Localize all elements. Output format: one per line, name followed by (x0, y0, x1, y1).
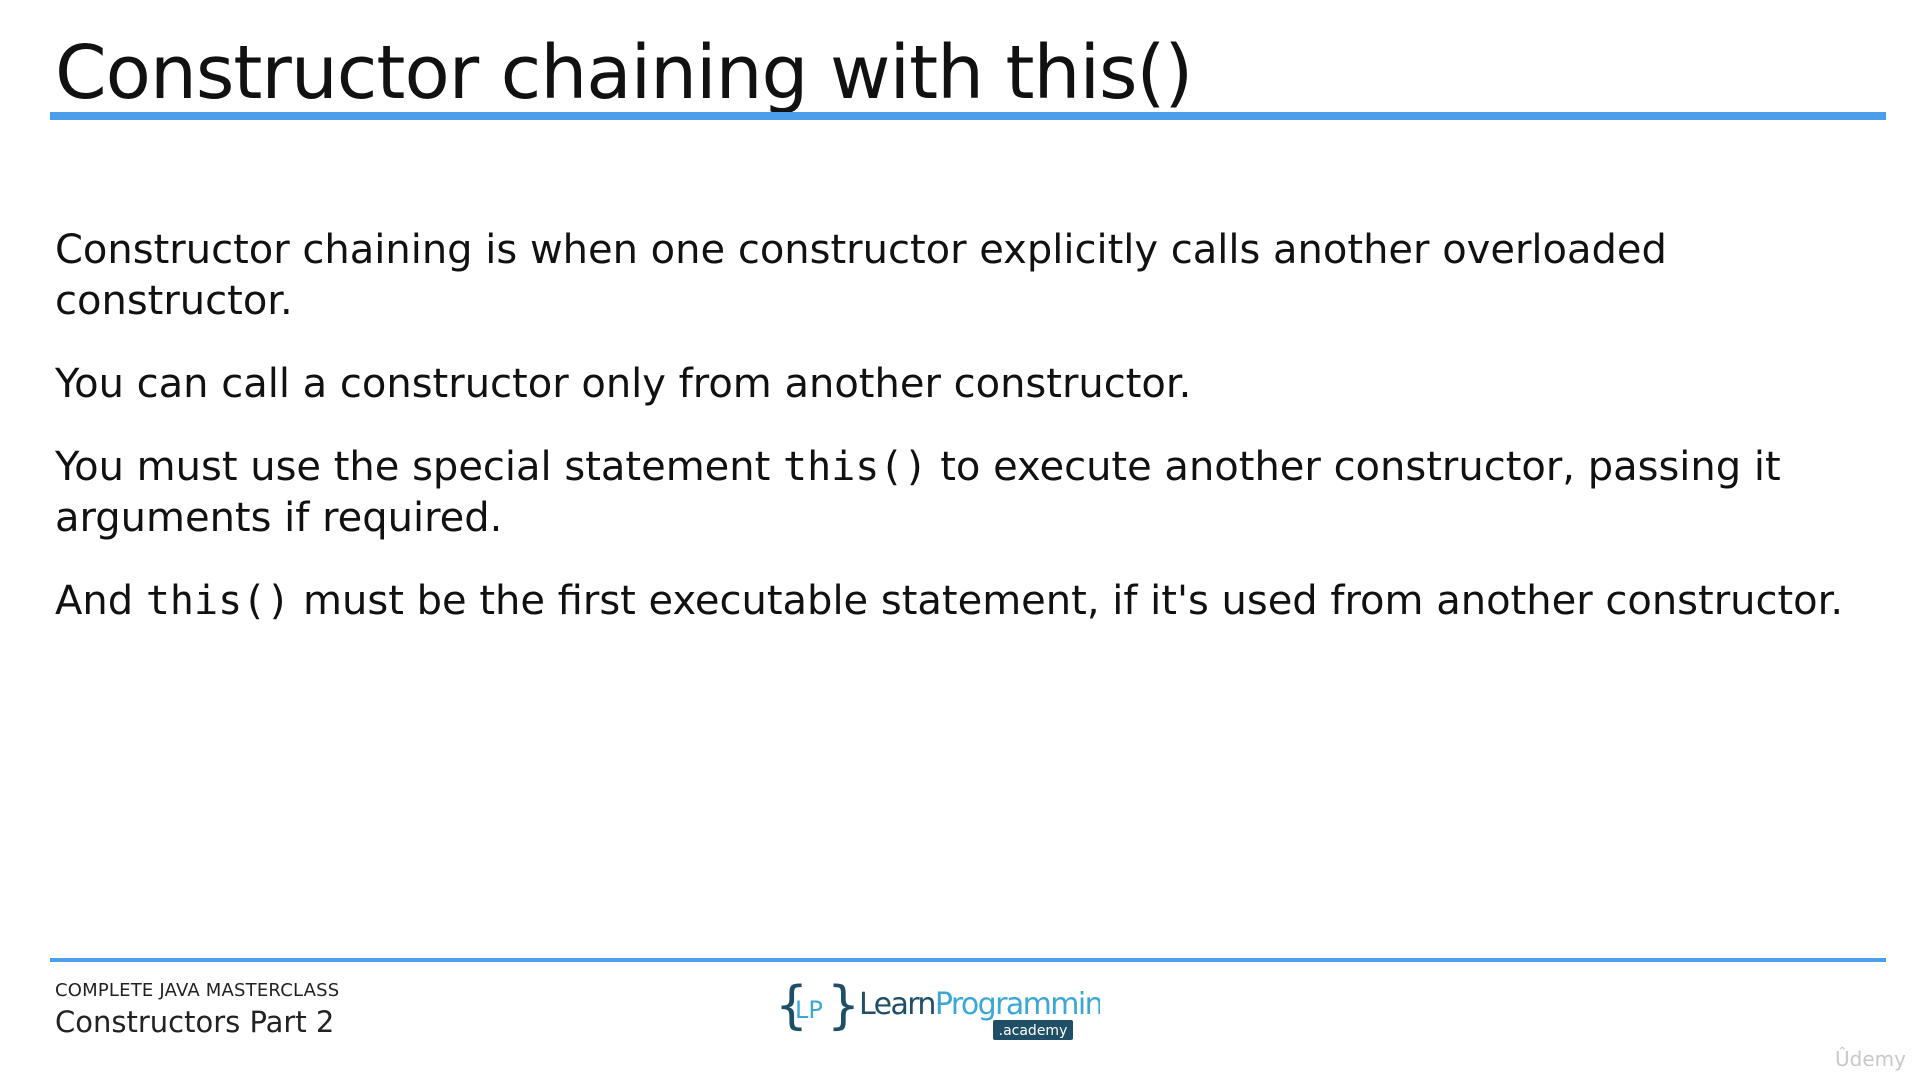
footer-rule (50, 958, 1886, 962)
slide-title: Constructor chaining with this() (55, 30, 1193, 116)
slide: Constructor chaining with this() Constru… (0, 0, 1920, 1080)
paragraph-first-statement-after: must be the first executable statement, … (290, 578, 1844, 624)
code-this-call: this() (145, 578, 291, 624)
logo-word-learn: Learn (859, 987, 935, 1022)
learnprogramming-logo: { LP } LearnProgramming .academy (775, 978, 1100, 1040)
paragraph-first-statement: And this() must be the first executable … (55, 576, 1885, 627)
logo-brace-close: } (827, 978, 860, 1036)
paragraph-this-usage-before: You must use the special statement (55, 444, 784, 490)
title-underline (50, 112, 1886, 120)
logo-initials: LP (795, 996, 823, 1024)
paragraph-this-usage: You must use the special statement this(… (55, 442, 1885, 544)
slide-body: Constructor chaining is when one constru… (55, 225, 1885, 659)
course-name: COMPLETE JAVA MASTERCLASS (55, 980, 340, 1001)
paragraph-definition: Constructor chaining is when one constru… (55, 227, 1667, 324)
code-this-call: this() (783, 444, 928, 490)
lecture-name: Constructors Part 2 (55, 1005, 335, 1039)
logo-academy-text: .academy (999, 1023, 1068, 1039)
logo-wordmark: LearnProgramming (859, 987, 1100, 1022)
logo-word-programming: Programming (935, 987, 1100, 1022)
udemy-watermark: Ûdemy (1835, 1047, 1906, 1071)
paragraph-call-restriction: You can call a constructor only from ano… (55, 361, 1192, 407)
paragraph-first-statement-before: And (55, 578, 146, 624)
